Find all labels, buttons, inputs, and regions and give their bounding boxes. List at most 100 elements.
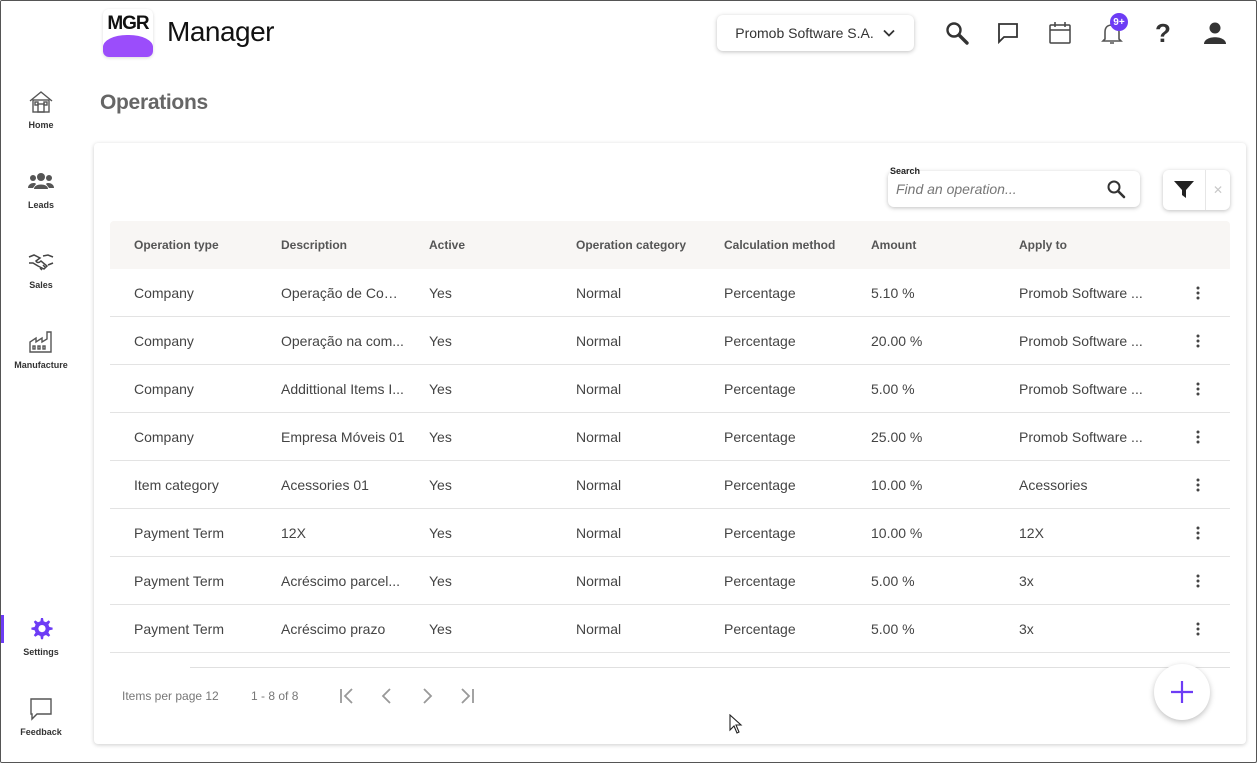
table-cell: Normal — [576, 380, 622, 397]
company-select-value: Promob Software S.A. — [735, 25, 874, 41]
table-cell: Payment Term — [134, 572, 224, 589]
sidebar-item-feedback[interactable]: Feedback — [1, 695, 81, 755]
column-header[interactable]: Calculation method — [724, 238, 864, 252]
row-actions-button[interactable] — [1189, 571, 1207, 591]
filter-button[interactable] — [1163, 170, 1205, 210]
user-menu-button[interactable] — [1199, 17, 1231, 49]
operations-card: Search ✕ Operation type Description Acti… — [94, 143, 1246, 744]
table-cell: Promob Software ... — [1019, 332, 1143, 349]
clear-filter-button[interactable]: ✕ — [1205, 170, 1230, 210]
table-cell: Yes — [429, 476, 452, 493]
app-title: Manager — [167, 16, 275, 47]
table-row[interactable]: Payment Term 12X Yes Normal Percentage 10.00 … — [110, 509, 1230, 557]
column-header[interactable]: Operation category — [576, 238, 716, 252]
search-input[interactable] — [896, 179, 1096, 199]
row-actions-button[interactable] — [1189, 619, 1207, 639]
sidebar-item-leads[interactable]: Leads — [1, 168, 81, 228]
table-row[interactable]: Company Operação na com... Yes Normal Percen… — [110, 317, 1230, 365]
row-actions-button[interactable] — [1189, 331, 1207, 351]
factory-icon — [29, 331, 52, 353]
table-cell: Percentage — [724, 572, 796, 589]
add-operation-button[interactable] — [1154, 664, 1210, 720]
search-button[interactable] — [941, 17, 973, 49]
table-cell: 10.00 % — [871, 476, 923, 493]
app-logo[interactable]: MGR — [103, 9, 153, 57]
table-cell: 5.00 % — [871, 572, 915, 589]
table-row[interactable]: Company Empresa Móveis 01 Yes Normal Percent… — [110, 413, 1230, 461]
more-vertical-icon — [1196, 334, 1200, 348]
logo-shape — [103, 35, 153, 57]
table-cell: Yes — [429, 284, 452, 301]
handshake-icon — [28, 254, 54, 271]
chat-icon — [30, 698, 52, 721]
table-cell: Acréscimo parcel... — [281, 572, 401, 589]
table-cell: Percentage — [724, 428, 796, 445]
table-cell: Company — [134, 284, 194, 301]
column-header[interactable]: Apply to — [1019, 238, 1143, 252]
table-cell: Percentage — [724, 284, 796, 301]
sidebar-item-label: Sales — [29, 280, 53, 290]
table-cell: Normal — [576, 524, 622, 541]
more-vertical-icon — [1196, 478, 1200, 492]
table-row[interactable]: Company Operação de Com... Yes Normal Percen… — [110, 269, 1230, 317]
search-icon[interactable] — [1106, 179, 1126, 199]
table-cell: Yes — [429, 524, 452, 541]
help-button[interactable]: ? — [1147, 17, 1179, 49]
table-row[interactable]: Payment Term Acréscimo prazo Yes Normal Perc… — [110, 605, 1230, 653]
user-icon — [1204, 22, 1226, 44]
table-row[interactable]: Payment Term Acréscimo parcel... Yes Normal… — [110, 557, 1230, 605]
table-row[interactable]: Company Addittional Items I... Yes Normal Pe… — [110, 365, 1230, 413]
column-header[interactable]: Description — [281, 238, 406, 252]
sidebar-item-home[interactable]: Home — [1, 88, 81, 148]
more-vertical-icon — [1196, 574, 1200, 588]
table-header: Operation type Description Active Operat… — [110, 221, 1230, 269]
operations-table: Operation type Description Active Operat… — [110, 221, 1230, 653]
column-header[interactable]: Active — [429, 238, 569, 252]
table-cell: Normal — [576, 332, 622, 349]
next-page-button[interactable] — [416, 685, 438, 707]
previous-page-button[interactable] — [376, 685, 398, 707]
search-label: Search — [890, 166, 921, 176]
page-range: 1 - 8 of 8 — [251, 689, 299, 703]
items-per-page[interactable]: Items per page 12 — [122, 689, 219, 703]
table-cell: Company — [134, 380, 194, 397]
sidebar-item-manufacture[interactable]: Manufacture — [1, 328, 81, 388]
first-page-button[interactable] — [336, 685, 358, 707]
calendar-icon — [1049, 22, 1071, 44]
sidebar-item-label: Feedback — [20, 727, 62, 737]
table-cell: 3x — [1019, 620, 1034, 637]
table-cell: Percentage — [724, 524, 796, 541]
sidebar-item-label: Leads — [27, 200, 54, 210]
row-actions-button[interactable] — [1189, 523, 1207, 543]
notifications-button[interactable]: 9+ — [1096, 13, 1128, 49]
notification-badge: 9+ — [1110, 13, 1128, 31]
calendar-button[interactable] — [1044, 17, 1076, 49]
column-header[interactable]: Amount — [871, 238, 1011, 252]
search-field[interactable]: Search — [888, 166, 1140, 207]
more-vertical-icon — [1196, 286, 1200, 300]
table-cell: Normal — [576, 572, 622, 589]
table-cell: Promob Software ... — [1019, 284, 1143, 301]
table-cell: 20.00 % — [871, 332, 923, 349]
row-actions-button[interactable] — [1189, 475, 1207, 495]
row-actions-button[interactable] — [1189, 283, 1207, 303]
filter-icon — [1174, 181, 1194, 198]
row-actions-button[interactable] — [1189, 379, 1207, 399]
company-select[interactable]: Promob Software S.A. — [717, 15, 914, 51]
table-cell: Operação de Com... — [281, 284, 406, 301]
table-body: Company Operação de Com... Yes Normal Percen… — [110, 269, 1230, 653]
search-icon — [946, 22, 969, 45]
sidebar-item-sales[interactable]: Sales — [1, 248, 81, 308]
table-cell: Addittional Items I... — [281, 380, 404, 397]
table-cell: Normal — [576, 428, 622, 445]
sidebar-item-settings[interactable]: Settings — [1, 615, 81, 675]
messages-button[interactable] — [992, 17, 1024, 49]
row-actions-button[interactable] — [1189, 427, 1207, 447]
table-cell: Yes — [429, 380, 452, 397]
column-header[interactable]: Operation type — [134, 238, 274, 252]
chevron-left-icon — [381, 688, 391, 704]
table-row[interactable]: Item category Acessories 01 Yes Normal Perce… — [110, 461, 1230, 509]
last-page-button[interactable] — [456, 685, 478, 707]
mouse-cursor-icon — [729, 714, 743, 734]
table-cell: Company — [134, 332, 194, 349]
